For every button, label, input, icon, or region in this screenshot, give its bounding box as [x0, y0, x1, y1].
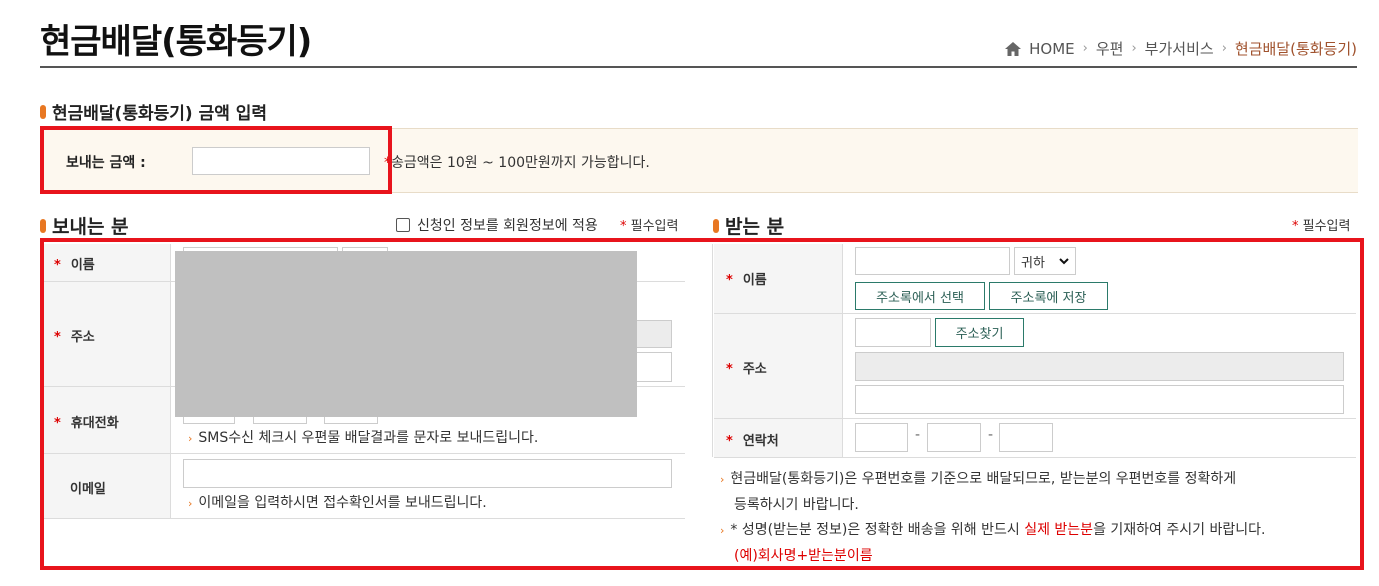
addressbook-save-button[interactable]: 주소록에 저장: [989, 282, 1108, 310]
title-divider: [40, 66, 1357, 68]
amount-label: 보내는 금액 :: [66, 155, 146, 171]
receiver-address-input: [855, 352, 1344, 381]
sender-section-title: 보내는 분: [52, 216, 129, 238]
receiver-address-detail-input[interactable]: [855, 385, 1344, 414]
breadcrumb-item-extra-services[interactable]: 부가서비스: [1145, 38, 1214, 59]
sender-section-heading: 보내는 분: [40, 212, 129, 239]
find-address-button[interactable]: 주소찾기: [935, 318, 1024, 347]
required-legend-label: 필수입력: [630, 219, 679, 234]
breadcrumb-item-post[interactable]: 우편: [1096, 38, 1124, 59]
breadcrumb: HOME › 우편 › 부가서비스 › 현금배달(통화등기): [1005, 38, 1357, 59]
apply-member-info-checkbox[interactable]: [396, 218, 410, 232]
required-star: *: [726, 273, 733, 288]
row-divider: [714, 418, 1356, 419]
required-star: *: [54, 416, 61, 431]
contact-dash: -: [915, 427, 921, 443]
row-divider: [44, 518, 685, 519]
required-star: *: [384, 155, 391, 171]
receiver-honorific-select[interactable]: 귀하: [1014, 247, 1076, 275]
chevron-right-icon: ›: [1131, 41, 1137, 56]
required-star: *: [1292, 219, 1299, 234]
receiver-section-heading: 받는 분: [713, 212, 784, 239]
addressbook-select-button[interactable]: 주소록에서 선택: [855, 282, 985, 310]
receiver-name-label: * 이름: [726, 273, 767, 288]
receiver-name-note: › * 성명(받는분 정보)은 정확한 배송을 위해 반드시 실제 받는분을 기재…: [720, 522, 1266, 538]
honorific-value: 귀하: [1021, 255, 1045, 271]
row-divider: [44, 453, 685, 454]
sender-phone-label: * 휴대전화: [54, 416, 119, 431]
sender-email-label: 이메일: [70, 482, 106, 497]
bullet-icon: [713, 218, 719, 233]
arrow-right-icon: ›: [188, 497, 193, 510]
arrow-right-icon: ›: [720, 473, 725, 486]
breadcrumb-home[interactable]: HOME: [1029, 40, 1075, 58]
required-star: *: [726, 362, 733, 377]
chevron-right-icon: ›: [1082, 41, 1088, 56]
arrow-right-icon: ›: [720, 524, 725, 537]
receiver-zipcode-note: › 현금배달(통화등기)은 우편번호를 기준으로 배달되므로, 받는분의 우편번호…: [720, 471, 1237, 487]
amount-section-title: 현금배달(통화등기) 금액 입력: [52, 104, 268, 124]
receiver-contact-part3[interactable]: [999, 423, 1053, 452]
receiver-contact-part1[interactable]: [855, 423, 908, 452]
receiver-contact-part2[interactable]: [927, 423, 981, 452]
receiver-zipcode-note-line2: 등록하시기 바랍니다.: [734, 497, 859, 513]
row-divider: [714, 457, 1356, 458]
amount-section-heading: 현금배달(통화등기) 금액 입력: [40, 99, 267, 124]
column-divider: [712, 244, 713, 457]
receiver-name-example: (예)회사명+받는분이름: [734, 548, 873, 564]
contact-dash: -: [988, 427, 994, 443]
column-divider: [842, 244, 843, 457]
page-title: 현금배달(통화등기): [40, 22, 312, 62]
sender-email-input[interactable]: [183, 459, 672, 488]
sender-label-column: [44, 244, 170, 518]
home-icon[interactable]: [1005, 41, 1022, 56]
receiver-zipcode-input[interactable]: [855, 318, 931, 347]
amount-note: *송금액은 10원 ~ 100만원까지 가능합니다.: [384, 152, 650, 172]
apply-member-info-label[interactable]: 신청인 정보를 회원정보에 적용: [417, 215, 598, 235]
arrow-right-icon: ›: [188, 432, 193, 445]
required-star: *: [620, 219, 627, 234]
row-divider: [714, 313, 1356, 314]
redacted-area: [175, 251, 637, 417]
bullet-icon: [40, 104, 46, 119]
sender-name-label: * 이름: [54, 258, 95, 273]
amount-panel: 보내는 금액 : *송금액은 10원 ~ 100만원까지 가능합니다.: [40, 128, 1358, 193]
receiver-contact-label: * 연락처: [726, 434, 779, 449]
bullet-icon: [40, 218, 46, 233]
required-star: *: [54, 330, 61, 345]
chevron-right-icon: ›: [1221, 41, 1227, 56]
receiver-address-label: * 주소: [726, 362, 767, 377]
email-note: › 이메일을 입력하시면 접수확인서를 보내드립니다.: [188, 495, 487, 511]
receiver-required-legend: * 필수입력: [1292, 215, 1350, 234]
sender-required-legend: * 필수입력: [620, 215, 678, 234]
amount-input[interactable]: [192, 147, 370, 175]
required-star: *: [726, 434, 733, 449]
receiver-section-title: 받는 분: [725, 216, 785, 238]
chevron-down-icon: [1059, 254, 1069, 269]
sms-note: › SMS수신 체크시 우편물 배달결과를 문자로 보내드립니다.: [188, 430, 539, 446]
required-star: *: [54, 258, 61, 273]
sender-address-label: * 주소: [54, 330, 95, 345]
column-divider: [170, 244, 171, 518]
required-legend-label: 필수입력: [1302, 219, 1351, 234]
breadcrumb-current: 현금배달(통화등기): [1234, 40, 1357, 58]
amount-note-text: 송금액은 10원 ~ 100만원까지 가능합니다.: [391, 155, 650, 171]
receiver-name-input[interactable]: [855, 247, 1010, 275]
